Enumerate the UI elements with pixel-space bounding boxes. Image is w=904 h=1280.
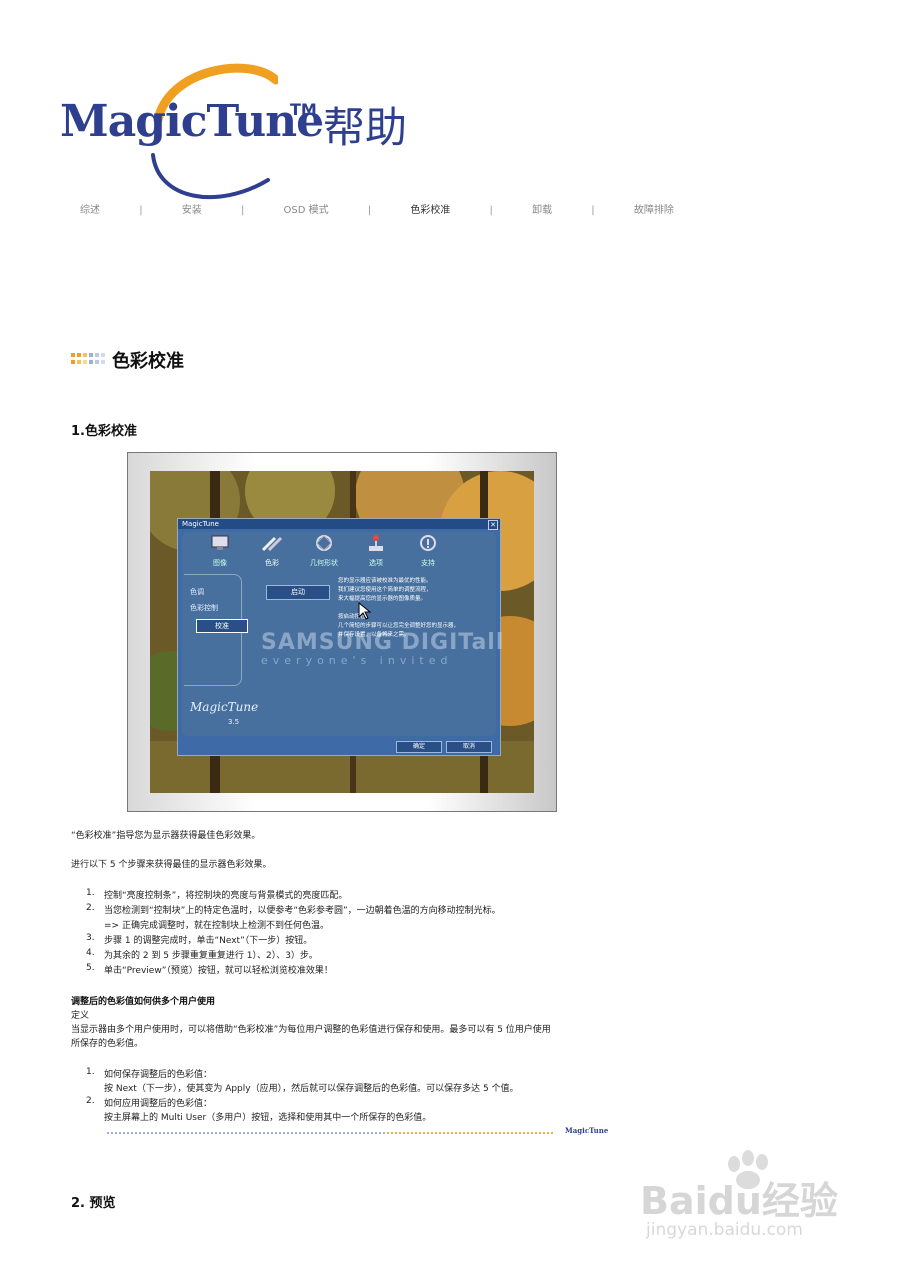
- step-note: => 正确完成调整时，就在控制块上检测不到任何色温。: [104, 921, 329, 931]
- tab-label: 选项: [369, 559, 383, 567]
- tab-label: 色彩: [265, 559, 279, 567]
- info-line: 并保存设置，以备将来之需。: [338, 632, 410, 638]
- watermark-url: jingyan.baidu.com: [646, 1220, 803, 1240]
- tab-label: 几何形状: [310, 559, 338, 567]
- tab-options[interactable]: 选项: [356, 535, 396, 568]
- definition-text: 所保存的色彩值。: [71, 1039, 144, 1049]
- nav-item-color-calibration[interactable]: 色彩校准: [410, 201, 450, 216]
- window-titlebar: MagicTune ✕: [178, 519, 500, 530]
- tab-support[interactable]: 支持: [408, 535, 448, 568]
- definition-text: 当显示器由多个用户使用时，可以将借助“色彩校准”为每位用户调整的色彩值进行保存和…: [71, 1025, 551, 1035]
- mouse-cursor-icon: [358, 602, 372, 620]
- screenshot-frame: MagicTune ✕ 图像 色彩 几何形状 选项 支持 色调 色彩控制 校准 …: [127, 452, 557, 812]
- nav-separator: |: [489, 205, 493, 216]
- info-line: 我们建议您使用这个简单的调整流程，: [338, 587, 432, 593]
- magictune-window: MagicTune ✕ 图像 色彩 几何形状 选项 支持 色调 色彩控制 校准 …: [177, 518, 503, 756]
- nav-item-uninstall[interactable]: 卸载: [532, 201, 552, 216]
- window-title: MagicTune: [182, 520, 219, 528]
- tab-label: 支持: [421, 559, 435, 567]
- start-button[interactable]: 启动: [266, 585, 330, 600]
- logo-text: MagicTune: [60, 96, 324, 147]
- nav-separator: |: [139, 205, 143, 216]
- nav-separator: |: [367, 205, 372, 216]
- howto-text: 按 Next（下一步），使其变为 Apply（应用），然后就可以保存调整后的色彩…: [104, 1084, 519, 1094]
- side-item-tone[interactable]: 色调: [190, 587, 204, 597]
- howto-title: 如何应用调整后的色彩值：: [104, 1099, 213, 1109]
- nav-item-install[interactable]: 安装: [182, 201, 202, 216]
- watermark-brand: Baidu经验: [640, 1179, 838, 1223]
- step-text: 控制“亮度控制条”，将控制块的亮度与背景模式的亮度匹配。: [104, 891, 348, 901]
- info-icon: [420, 535, 436, 551]
- ok-button[interactable]: 确定: [396, 741, 442, 753]
- step-text: 步骤 1 的调整完成时，单击“Next”（下一步）按钮。: [104, 936, 313, 946]
- multi-user-heading: 调整后的色彩值如何供多个用户使用: [71, 997, 216, 1007]
- joystick-icon: [369, 535, 383, 551]
- geometry-icon: [316, 535, 332, 551]
- version-label: 3.5: [228, 718, 240, 726]
- intro-text: “色彩校准”指导您为显示器获得最佳色彩效果。: [71, 831, 261, 841]
- logo-trademark: TM: [290, 100, 317, 119]
- info-line: 几个简短的步骤可以让您完全调整好您的显示器，: [338, 623, 460, 629]
- step-number: 5.: [86, 963, 95, 973]
- subsection-title-preview: 2. 预览: [71, 1196, 116, 1211]
- info-line: 您的显示器应该被校准为最优的性能。: [338, 578, 432, 584]
- step-text: 为其余的 2 到 5 步骤重复重复进行 1）、2）、3）步。: [104, 951, 318, 961]
- nav-separator: |: [240, 205, 245, 216]
- nav-item-osd-mode[interactable]: OSD 模式: [284, 201, 329, 216]
- tab-color[interactable]: 色彩: [252, 536, 292, 568]
- window-body: 图像 色彩 几何形状 选项 支持 色调 色彩控制 校准 启动 SAMSUNG D…: [182, 532, 503, 736]
- howto-number: 2.: [86, 1096, 95, 1106]
- howto-title: 如何保存调整后的色彩值：: [104, 1070, 213, 1080]
- nav-item-troubleshooting[interactable]: 故障排除: [634, 201, 674, 216]
- subsection-title-calibration: 1.色彩校准: [71, 424, 137, 439]
- step-text: 当您检测到“控制块”上的特定色温时，以便参考“色彩参考圆”，一边朝着色温的方向移…: [104, 906, 501, 916]
- top-nav: 综述 | 安装 | OSD 模式 | 色彩校准 | 卸载 | 故障排除: [80, 201, 674, 216]
- step-text: 单击“Preview”（预览）按钮，就可以轻松浏览校准效果！: [104, 966, 333, 976]
- brushes-icon: [261, 536, 283, 552]
- background-photo: MagicTune ✕ 图像 色彩 几何形状 选项 支持 色调 色彩控制 校准 …: [150, 471, 534, 793]
- nav-separator: |: [591, 205, 595, 216]
- mini-magictune-logo: MagicTune: [190, 700, 259, 714]
- section-title: 色彩校准: [112, 351, 184, 372]
- info-line: 来大幅提高您的显示器的图像质量。: [338, 596, 427, 602]
- side-item-color-control[interactable]: 色彩控制: [190, 603, 218, 613]
- step-number: 3.: [86, 933, 95, 943]
- nav-item-overview[interactable]: 综述: [80, 201, 100, 216]
- magictune-logo: MagicTune TM 帮助: [60, 60, 440, 200]
- step-number: 2.: [86, 903, 95, 913]
- window-content: 启动 SAMSUNG DIGITall everyone's invited 您…: [246, 574, 503, 684]
- definition-label: 定义: [71, 1011, 90, 1021]
- calibrate-button[interactable]: 校准: [196, 619, 248, 633]
- tab-label: 图像: [213, 559, 227, 567]
- dotted-divider: [107, 1132, 553, 1134]
- slogan-watermark: everyone's invited: [261, 654, 453, 667]
- footer-logo: MagicTune: [565, 1126, 609, 1135]
- help-title: 帮助: [323, 103, 408, 152]
- side-panel: 色调 色彩控制 校准: [184, 574, 248, 686]
- step-number: 1.: [86, 888, 95, 898]
- section-dots-icon: [71, 353, 105, 364]
- monitor-icon: [211, 535, 229, 550]
- close-icon[interactable]: ✕: [488, 520, 498, 530]
- steps-intro: 进行以下 5 个步骤来获得最佳的显示器色彩效果。: [71, 860, 272, 870]
- baidu-watermark: Baidu经验 jingyan.baidu.com: [640, 1150, 870, 1250]
- cancel-button[interactable]: 取消: [446, 741, 492, 753]
- tab-geometry[interactable]: 几何形状: [304, 535, 344, 568]
- tab-image[interactable]: 图像: [200, 535, 240, 568]
- step-number: 4.: [86, 948, 95, 958]
- howto-number: 1.: [86, 1067, 95, 1077]
- howto-text: 按主屏幕上的 Multi User（多用户）按钮，选择和使用其中一个所保存的色彩…: [104, 1113, 432, 1123]
